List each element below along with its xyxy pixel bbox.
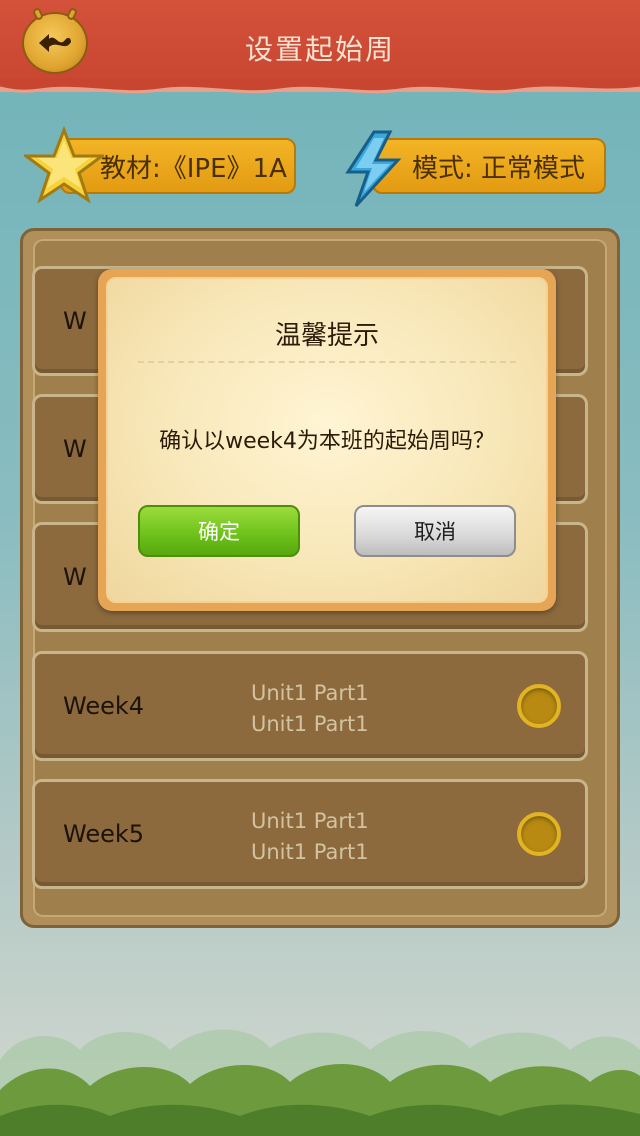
dialog-divider bbox=[138, 361, 516, 363]
week-row[interactable]: Week5 Unit1 Part1 Unit1 Part1 bbox=[32, 779, 588, 889]
mode-label: 模式: 正常模式 bbox=[412, 153, 586, 184]
confirm-dialog: 温馨提示 确认以week4为本班的起始周吗？ 确定 取消 bbox=[98, 269, 556, 611]
confirm-button[interactable]: 确定 bbox=[138, 505, 300, 557]
antenna-right-decoration bbox=[65, 6, 79, 22]
lightning-icon bbox=[345, 130, 402, 208]
week-label: Week4 bbox=[63, 692, 145, 720]
unit-line: Unit1 Part1 bbox=[251, 840, 369, 864]
confirm-dialog-body: 温馨提示 确认以week4为本班的起始周吗？ 确定 取消 bbox=[106, 277, 548, 603]
page-title: 设置起始周 bbox=[244, 33, 395, 66]
unit-line: Unit1 Part1 bbox=[251, 712, 369, 736]
week-row[interactable]: Week4 Unit1 Part1 Unit1 Part1 bbox=[32, 651, 588, 761]
mode-badge[interactable]: 模式: 正常模式 bbox=[372, 138, 606, 194]
header-wave-edge bbox=[0, 78, 640, 94]
unit-line: Unit1 Part1 bbox=[251, 809, 369, 833]
week-label: W bbox=[63, 563, 87, 591]
antenna-left-decoration bbox=[31, 6, 45, 22]
week-units: Unit1 Part1 Unit1 Part1 bbox=[251, 806, 369, 868]
week-label: W bbox=[63, 435, 87, 463]
week-radio[interactable] bbox=[517, 684, 561, 728]
dialog-message: 确认以week4为本班的起始周吗？ bbox=[159, 429, 495, 454]
bushes-decoration bbox=[0, 1029, 640, 1136]
week-radio[interactable] bbox=[517, 812, 561, 856]
textbook-label: 教材:《IPE》1A bbox=[100, 153, 287, 184]
week-units: Unit1 Part1 Unit1 Part1 bbox=[251, 678, 369, 740]
week-label: W bbox=[63, 307, 87, 335]
cancel-button-label: 取消 bbox=[414, 520, 456, 544]
unit-line: Unit1 Part1 bbox=[251, 681, 369, 705]
confirm-button-label: 确定 bbox=[198, 520, 240, 544]
week-label: Week5 bbox=[63, 820, 145, 848]
dialog-title: 温馨提示 bbox=[274, 321, 379, 351]
cancel-button[interactable]: 取消 bbox=[354, 505, 516, 557]
star-icon bbox=[24, 126, 104, 204]
